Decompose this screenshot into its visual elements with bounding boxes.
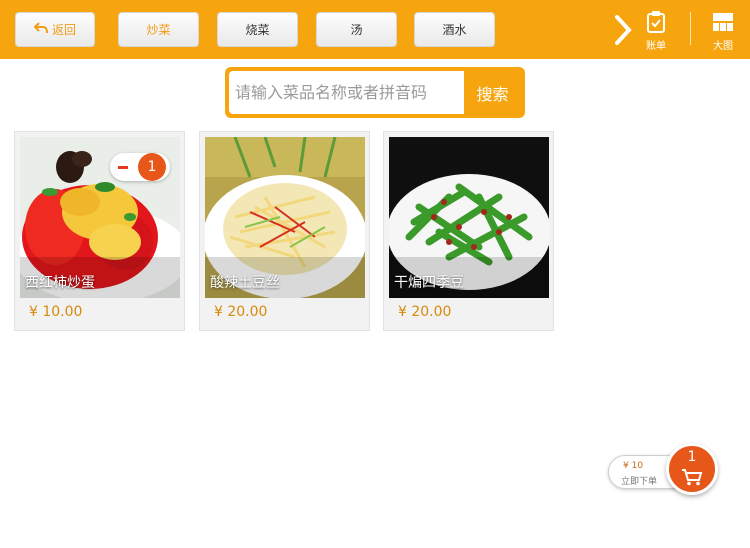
top-toolbar: 返回 炒菜 烧菜 汤 酒水 账单 大图: [0, 0, 750, 59]
search-button[interactable]: 搜索: [464, 71, 521, 114]
back-button[interactable]: 返回: [15, 12, 95, 47]
cart-icon: [682, 469, 703, 486]
back-arrow-icon: [33, 22, 48, 37]
quantity-badge: 1: [138, 153, 166, 181]
quantity-stepper: 1: [110, 153, 170, 181]
dish-card[interactable]: 酸辣土豆丝 ¥ 20.00: [199, 131, 370, 331]
dish-price: ¥ 20.00: [398, 304, 452, 320]
dish-card[interactable]: 1 西红柿炒蛋 ¥ 10.00: [14, 131, 185, 331]
back-label: 返回: [51, 23, 76, 37]
cart-count: 1: [687, 449, 697, 465]
clipboard-icon: [647, 11, 665, 33]
dish-card[interactable]: 干煸四季豆 ¥ 20.00: [383, 131, 554, 331]
place-order-label: 立即下单: [621, 477, 658, 487]
dish-price: ¥ 20.00: [214, 304, 268, 320]
search-bar: 搜索: [225, 67, 525, 118]
cart-button[interactable]: 1: [666, 443, 718, 495]
bill-button[interactable]: 账单: [636, 10, 676, 52]
big-view-button[interactable]: 大图: [703, 10, 743, 52]
dish-name: 西红柿炒蛋: [25, 275, 95, 291]
chevron-right-icon[interactable]: [612, 14, 634, 46]
grid-icon: [713, 13, 733, 31]
dish-price: ¥ 10.00: [29, 304, 83, 320]
search-input[interactable]: [229, 71, 464, 114]
bill-label: 账单: [646, 41, 666, 52]
dish-name: 酸辣土豆丝: [210, 275, 280, 291]
dish-name: 干煸四季豆: [394, 275, 464, 291]
cart-total: ¥ 10: [623, 461, 644, 471]
toolbar-divider: [690, 12, 691, 45]
category-tab-drinks[interactable]: 酒水: [414, 12, 495, 47]
big-view-label: 大图: [713, 41, 733, 52]
category-tab-soup[interactable]: 汤: [316, 12, 397, 47]
category-tab-stir-fry[interactable]: 炒菜: [118, 12, 199, 47]
minus-icon[interactable]: [118, 166, 128, 169]
cart-widget[interactable]: ¥ 10 立即下单 1: [608, 443, 718, 497]
category-tab-braised[interactable]: 烧菜: [217, 12, 298, 47]
